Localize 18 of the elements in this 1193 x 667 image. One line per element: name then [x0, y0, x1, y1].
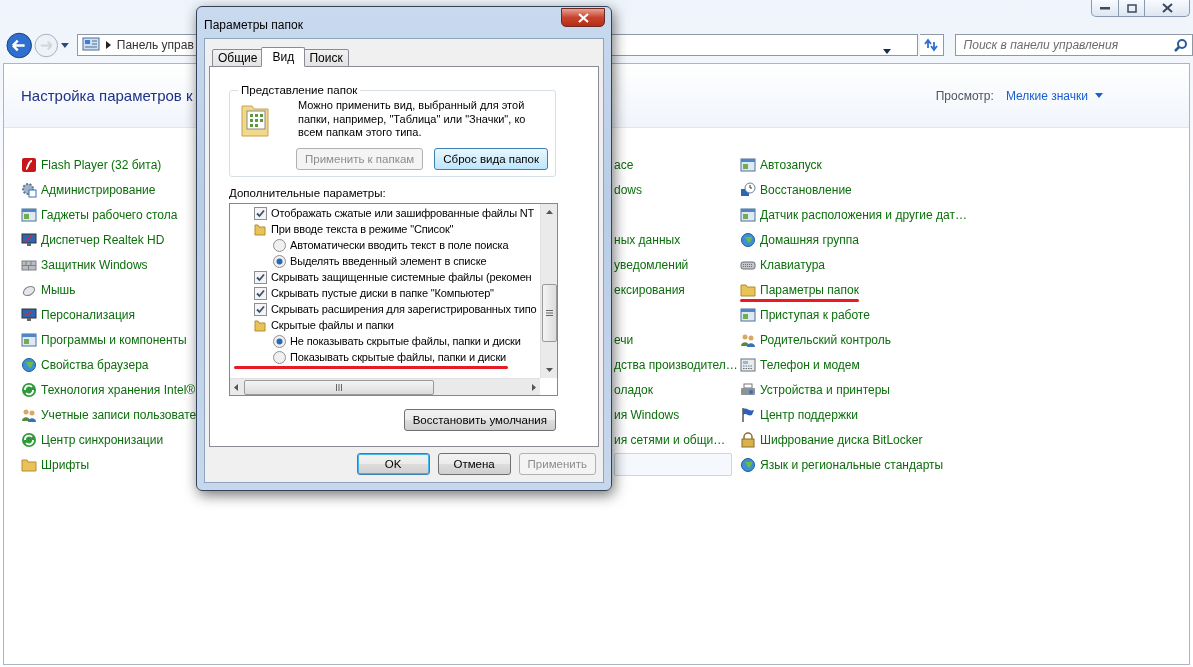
group-title: Представление папок: [240, 84, 359, 96]
option-label: Скрывать пустые диски в папке "Компьютер": [271, 287, 494, 299]
address-path: Панель управ: [116, 38, 194, 52]
search-placeholder: Поиск в панели управления: [963, 38, 1119, 52]
option-label: Показывать скрытые файлы, папки и диски: [290, 351, 507, 363]
group-label: При вводе текста в режиме "Список": [271, 223, 454, 235]
option-label: Скрывать защищенные системные файлы (рекомен: [271, 271, 532, 283]
view-label: Просмотр:: [935, 88, 994, 103]
advanced-settings-label: Дополнительные параметры:: [229, 187, 387, 199]
option-label: Отображать сжатые или зашифрованные файлы NT: [271, 207, 535, 219]
option-label: Выделять введенный элемент в списке: [290, 255, 487, 267]
dialog-title: Параметры папок: [204, 17, 303, 32]
option-label: Скрывать расширения для зарегистрированных типо: [271, 303, 537, 315]
group-description: Можно применить вид, выбранный для этой папки, например, "Таблица" или "Значки", ко всем папкам этого типа.: [298, 99, 527, 140]
option-label: Не показывать скрытые файлы, папки и диски: [290, 335, 521, 347]
page-title: Настройка параметров к: [21, 87, 193, 104]
option-label: Автоматически вводить текст в поле поиска: [290, 239, 509, 251]
group-label: Скрытые файлы и папки: [271, 319, 394, 331]
